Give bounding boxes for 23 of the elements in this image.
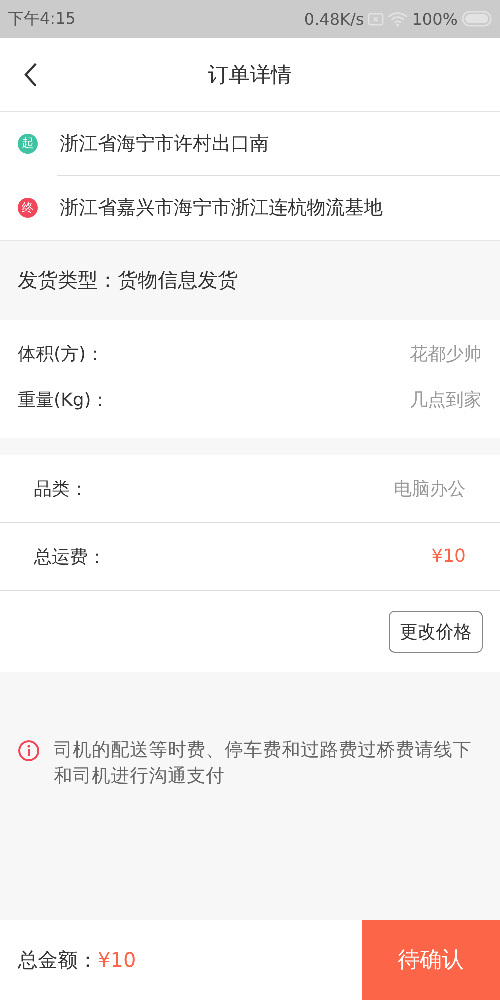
back-button[interactable] [22,61,40,89]
route-badge: 终 [18,198,38,218]
change-price-button[interactable]: 更改价格 [389,610,483,652]
field-label: 重量(Kg)： [18,389,110,412]
network-speed: 0.48K/s [304,10,364,28]
field-value: 花都少帅 [410,343,482,366]
price-value: ¥10 [432,546,466,567]
address-text: 浙江省海宁市许村出口南 [60,132,269,156]
field-value: 电脑办公 [394,478,466,500]
info-icon [18,740,40,762]
battery-percent: 100% [412,10,458,28]
total-label: 总金额： [18,946,98,974]
field-label: 品类： [34,478,88,500]
notice-text: 司机的配送等时费、停车费和过路费过桥费请线下和司机进行沟通支付 [54,739,473,789]
field-value: 几点到家 [410,389,482,412]
shipping-type-text: 发货类型：货物信息发货 [18,267,238,294]
field-label: 体积(方)： [18,343,104,366]
route-badge: 起 [18,134,38,154]
field-label: 总运费： [34,546,106,568]
status-time: 下午4:15 [8,8,76,30]
total-amount: ¥10 [98,948,136,972]
page-title: 订单详情 [208,62,292,88]
address-text: 浙江省嘉兴市海宁市浙江连杭物流基地 [60,196,383,221]
